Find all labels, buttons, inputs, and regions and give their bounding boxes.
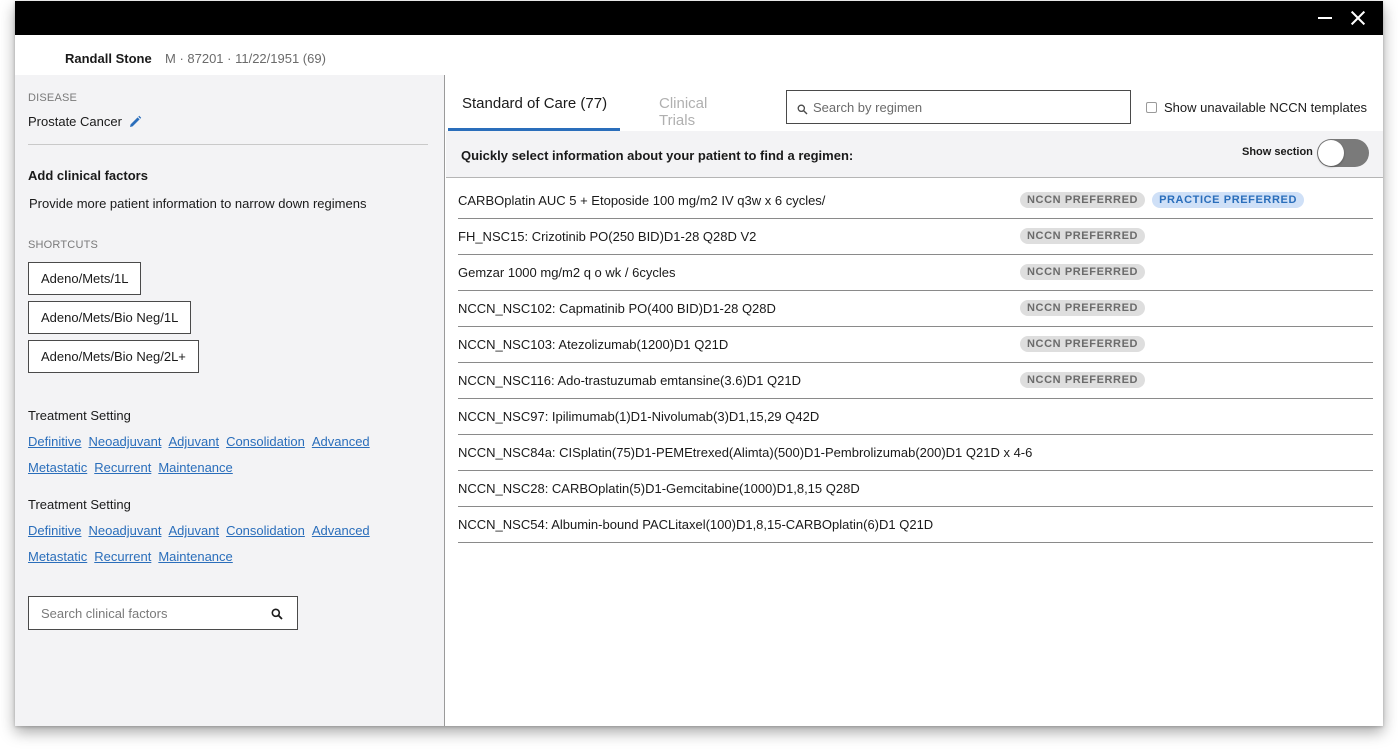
show-section-label: Show section: [1242, 146, 1313, 158]
quick-select-bar: Quickly select information about your pa…: [446, 131, 1383, 178]
disease-value-row: Prostate Cancer: [28, 114, 142, 129]
treatment-option-link[interactable]: Metastatic: [28, 549, 87, 564]
treatment-option-link[interactable]: Adjuvant: [168, 434, 219, 449]
treatment-setting-links: Metastatic Recurrent Maintenance: [28, 549, 233, 564]
treatment-setting-links: Metastatic Recurrent Maintenance: [28, 460, 233, 475]
regimen-row[interactable]: NCCN_NSC28: CARBOplatin(5)D1-Gemcitabine…: [458, 471, 1373, 507]
regimen-row[interactable]: NCCN_NSC116: Ado-trastuzumab emtansine(3…: [458, 363, 1373, 399]
treatment-setting-links: Definitive Neoadjuvant Adjuvant Consolid…: [28, 523, 370, 538]
show-section-toggle[interactable]: [1317, 139, 1369, 167]
divider: [28, 144, 428, 145]
treatment-option-link[interactable]: Consolidation: [226, 523, 305, 538]
tab-standard-of-care[interactable]: Standard of Care (77): [448, 75, 620, 131]
regimen-name: NCCN_NSC103: Atezolizumab(1200)D1 Q21D: [458, 337, 729, 352]
patient-header: Randall Stone M · 87201 · 11/22/1951 (69…: [15, 35, 1383, 75]
treatment-option-link[interactable]: Advanced: [312, 434, 370, 449]
add-clinical-factors-description: Provide more patient information to narr…: [29, 196, 367, 211]
search-icon: [797, 102, 808, 115]
shortcuts-label: SHORTCUTS: [28, 239, 99, 251]
quick-select-text: Quickly select information about your pa…: [461, 148, 854, 163]
treatment-setting-links: Definitive Neoadjuvant Adjuvant Consolid…: [28, 434, 370, 449]
add-clinical-factors-title: Add clinical factors: [28, 168, 148, 183]
regimen-row[interactable]: NCCN_NSC54: Albumin-bound PACLitaxel(100…: [458, 507, 1373, 543]
regimen-name: NCCN_NSC84a: CISplatin(75)D1-PEMEtrexed(…: [458, 445, 1033, 460]
treatment-option-link[interactable]: Neoadjuvant: [88, 434, 161, 449]
regimen-name: FH_NSC15: Crizotinib PO(250 BID)D1-28 Q2…: [458, 229, 757, 244]
title-bar: [15, 1, 1383, 35]
treatment-option-link[interactable]: Maintenance: [158, 549, 232, 564]
shortcut-button[interactable]: Adeno/Mets/Bio Neg/2L+: [28, 340, 199, 373]
clinical-factors-search: [28, 596, 298, 630]
regimen-badges: NCCN PREFERRED PRACTICE PREFERRED: [1020, 192, 1305, 208]
pencil-icon[interactable]: [128, 115, 142, 129]
regimen-row[interactable]: CARBOplatin AUC 5 + Etoposide 100 mg/m2 …: [458, 183, 1373, 219]
nccn-preferred-badge: NCCN PREFERRED: [1020, 300, 1146, 316]
regimen-row[interactable]: FH_NSC15: Crizotinib PO(250 BID)D1-28 Q2…: [458, 219, 1373, 255]
treatment-option-link[interactable]: Metastatic: [28, 460, 87, 475]
treatment-setting-title: Treatment Setting: [28, 408, 131, 423]
regimen-search: [786, 90, 1131, 124]
regimen-row[interactable]: NCCN_NSC103: Atezolizumab(1200)D1 Q21D N…: [458, 327, 1373, 363]
regimen-row[interactable]: NCCN_NSC97: Ipilimumab(1)D1-Nivolumab(3)…: [458, 399, 1373, 435]
minimize-icon[interactable]: [1313, 6, 1337, 30]
treatment-option-link[interactable]: Neoadjuvant: [88, 523, 161, 538]
clinical-factors-panel: DISEASE Prostate Cancer Add clinical fac…: [15, 75, 445, 726]
tab-label: Clinical Trials: [659, 95, 708, 129]
nccn-preferred-badge: NCCN PREFERRED: [1020, 192, 1146, 208]
tab-label: Standard of Care (77): [462, 95, 608, 112]
practice-preferred-badge: PRACTICE PREFERRED: [1152, 192, 1305, 208]
nccn-preferred-badge: NCCN PREFERRED: [1020, 336, 1146, 352]
regimen-badges: NCCN PREFERRED: [1020, 264, 1146, 280]
treatment-option-link[interactable]: Recurrent: [94, 549, 151, 564]
regimen-badges: NCCN PREFERRED: [1020, 228, 1146, 244]
regimen-selection-window: Randall Stone M · 87201 · 11/22/1951 (69…: [15, 1, 1383, 726]
nccn-preferred-badge: NCCN PREFERRED: [1020, 228, 1146, 244]
unavailable-templates-option: Show unavailable NCCN templates: [1146, 100, 1367, 115]
shortcut-button[interactable]: Adeno/Mets/Bio Neg/1L: [28, 301, 192, 334]
regimen-badges: NCCN PREFERRED: [1020, 372, 1146, 388]
disease-value: Prostate Cancer: [28, 114, 122, 129]
treatment-option-link[interactable]: Maintenance: [158, 460, 232, 475]
search-icon[interactable]: [271, 607, 283, 620]
regimen-badges: NCCN PREFERRED: [1020, 300, 1146, 316]
unavailable-templates-label: Show unavailable NCCN templates: [1164, 100, 1368, 115]
treatment-setting-title: Treatment Setting: [28, 497, 131, 512]
patient-meta: M · 87201 · 11/22/1951 (69): [165, 51, 326, 66]
treatment-option-link[interactable]: Consolidation: [226, 434, 305, 449]
regimens-panel: Standard of Care (77) Clinical Trials Sh…: [446, 75, 1383, 726]
treatment-option-link[interactable]: Definitive: [28, 434, 81, 449]
regimen-name: CARBOplatin AUC 5 + Etoposide 100 mg/m2 …: [458, 193, 826, 208]
regimen-row[interactable]: NCCN_NSC84a: CISplatin(75)D1-PEMEtrexed(…: [458, 435, 1373, 471]
close-icon[interactable]: [1346, 6, 1370, 30]
toggle-knob: [1318, 140, 1344, 166]
disease-label: DISEASE: [28, 92, 78, 104]
regimen-name: NCCN_NSC54: Albumin-bound PACLitaxel(100…: [458, 517, 934, 532]
regimen-name: NCCN_NSC97: Ipilimumab(1)D1-Nivolumab(3)…: [458, 409, 820, 424]
regimen-name: NCCN_NSC28: CARBOplatin(5)D1-Gemcitabine…: [458, 481, 860, 496]
unavailable-templates-checkbox[interactable]: [1146, 102, 1157, 113]
regimen-row[interactable]: NCCN_NSC102: Capmatinib PO(400 BID)D1-28…: [458, 291, 1373, 327]
treatment-option-link[interactable]: Definitive: [28, 523, 81, 538]
treatment-option-link[interactable]: Recurrent: [94, 460, 151, 475]
regimen-name: Gemzar 1000 mg/m2 q o wk / 6cycles: [458, 265, 676, 280]
regimen-list: CARBOplatin AUC 5 + Etoposide 100 mg/m2 …: [458, 183, 1373, 543]
regimen-name: NCCN_NSC102: Capmatinib PO(400 BID)D1-28…: [458, 301, 776, 316]
regimen-badges: NCCN PREFERRED: [1020, 336, 1146, 352]
shortcut-button[interactable]: Adeno/Mets/1L: [28, 262, 142, 295]
nccn-preferred-badge: NCCN PREFERRED: [1020, 264, 1146, 280]
nccn-preferred-badge: NCCN PREFERRED: [1020, 372, 1146, 388]
regimen-name: NCCN_NSC116: Ado-trastuzumab emtansine(3…: [458, 373, 801, 388]
treatment-option-link[interactable]: Adjuvant: [168, 523, 219, 538]
treatment-option-link[interactable]: Advanced: [312, 523, 370, 538]
clinical-factors-search-input[interactable]: [29, 597, 259, 629]
regimen-row[interactable]: Gemzar 1000 mg/m2 q o wk / 6cycles NCCN …: [458, 255, 1373, 291]
patient-name: Randall Stone: [65, 51, 152, 66]
regimen-search-input[interactable]: [813, 91, 1123, 123]
